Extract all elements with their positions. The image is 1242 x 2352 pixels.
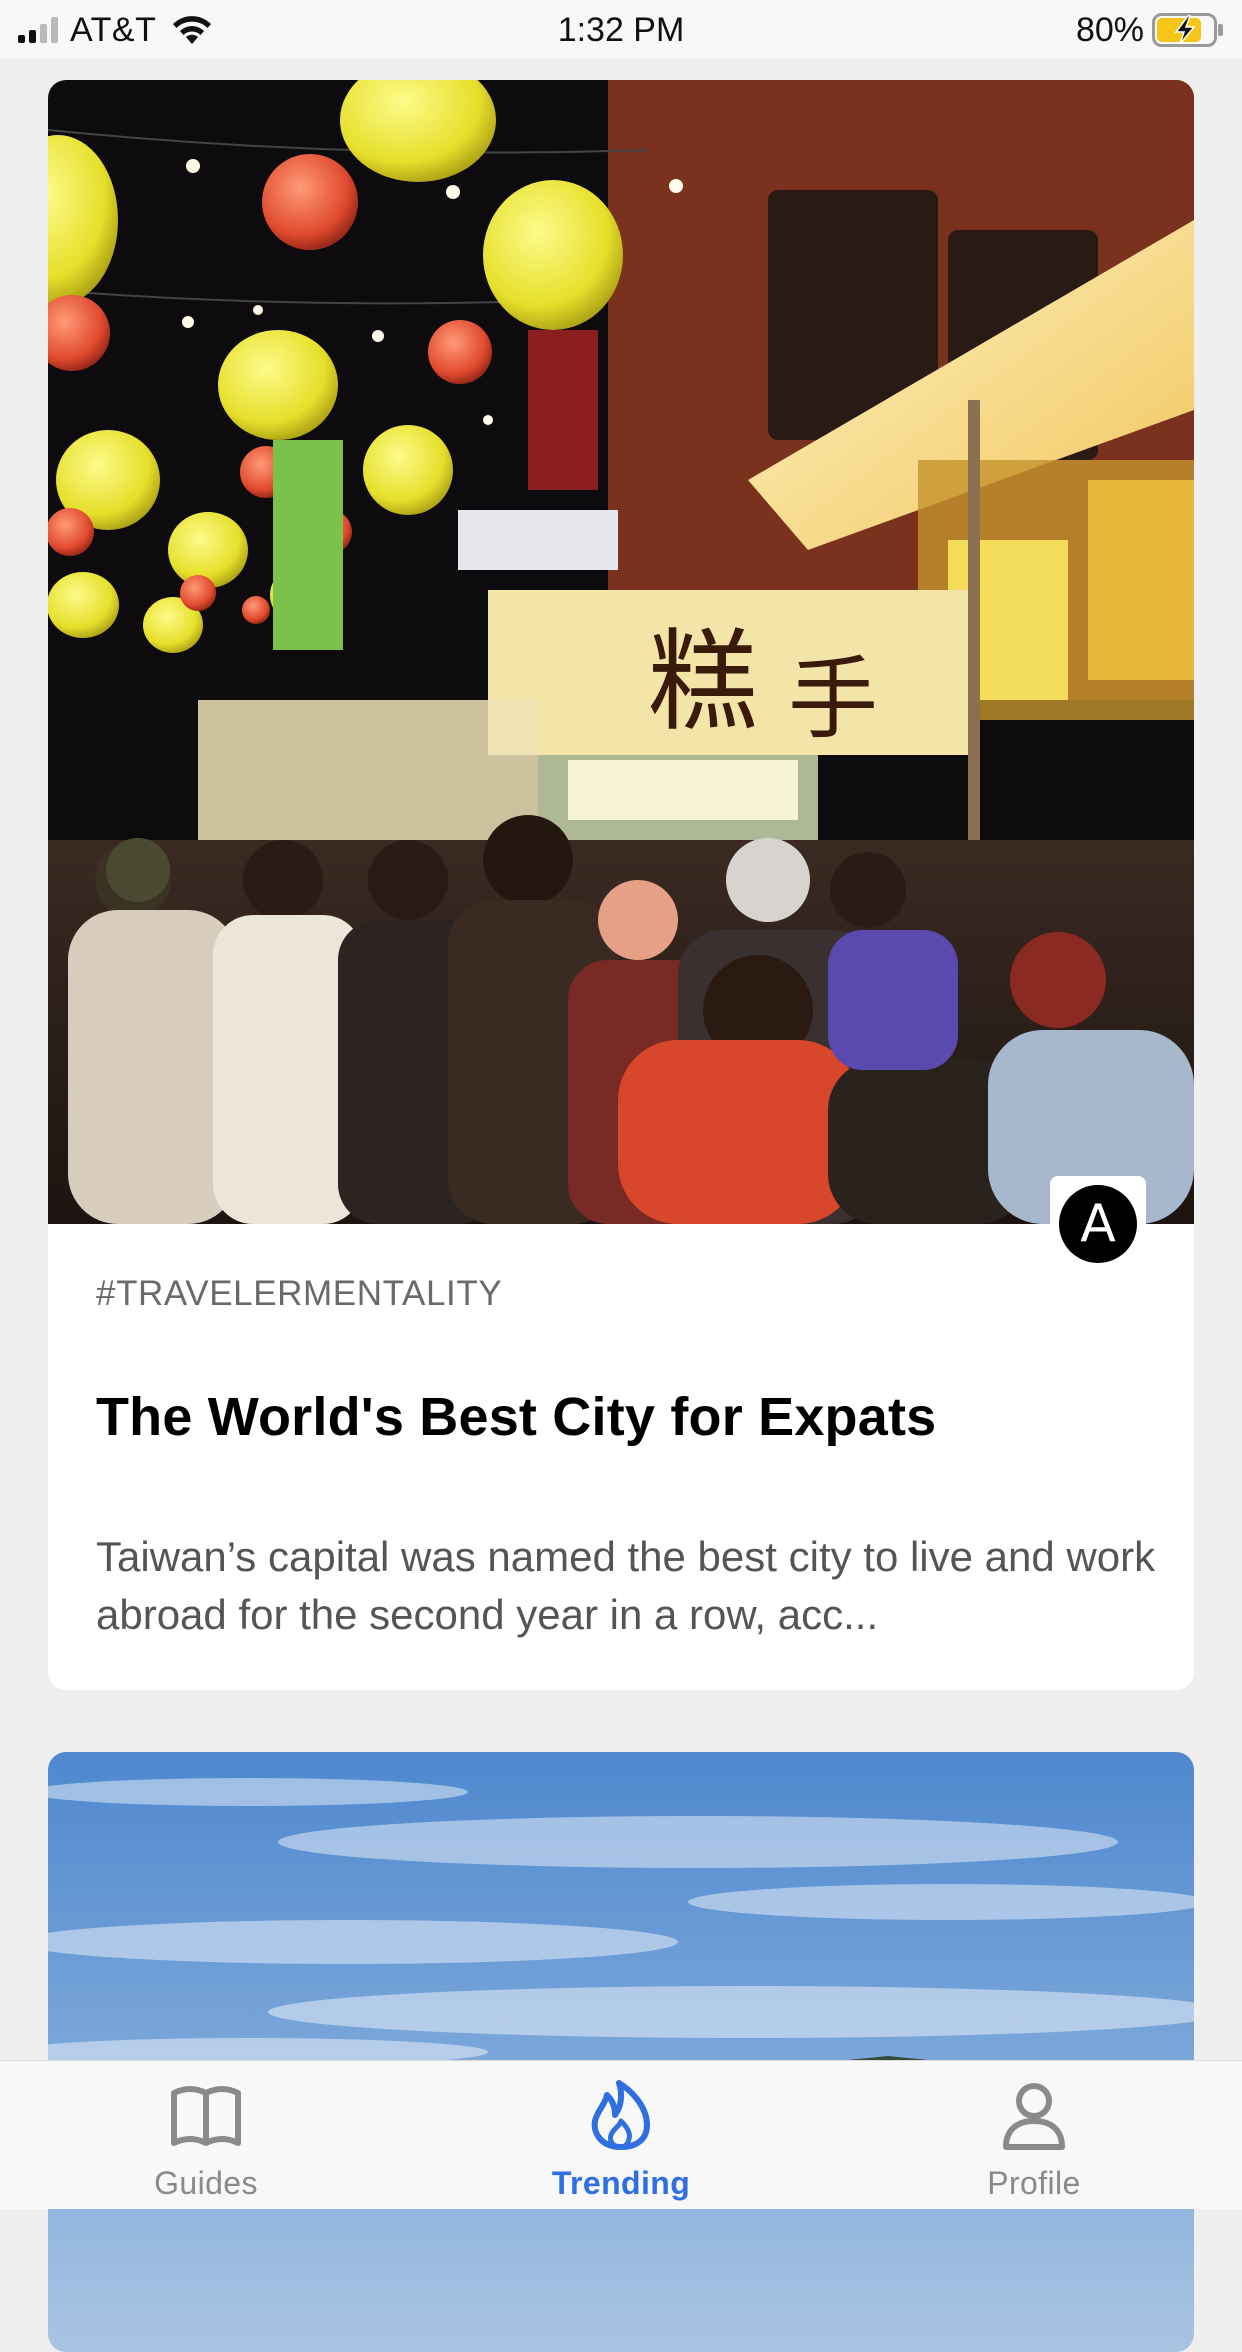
status-bar: AT&T 1:32 PM 80% [0, 0, 1242, 58]
book-icon [171, 2086, 241, 2146]
tab-guides[interactable]: Guides [56, 2061, 356, 2209]
svg-text:手: 手 [788, 647, 878, 752]
tab-label: Guides [154, 2165, 258, 2201]
status-right: 80% [1076, 8, 1224, 52]
tab-profile[interactable]: Profile [884, 2061, 1184, 2209]
night-market-photo: 糕 手 [48, 80, 1194, 1224]
article-image[interactable] [48, 1752, 1194, 2352]
publisher-logo-icon: A [1059, 1185, 1137, 1263]
tab-label: Trending [551, 2165, 691, 2201]
publisher-badge[interactable]: A [1050, 1176, 1146, 1272]
article-tag: #TRAVELERMENTALITY [96, 1274, 503, 1313]
battery-charging-icon [1152, 13, 1223, 47]
battery-percentage: 80% [1075, 10, 1144, 49]
article-card[interactable]: 糕 手 A #TRAVELERMENTALITY The World's Bes… [48, 80, 1194, 1690]
clock: 1:32 PM [557, 11, 685, 49]
svg-text:糕: 糕 [648, 618, 758, 746]
flame-icon [591, 2080, 650, 2150]
tab-trending[interactable]: Trending [471, 2061, 771, 2209]
person-icon [1003, 2083, 1065, 2150]
article-excerpt: Taiwan’s capital was named the best city… [96, 1533, 1156, 1638]
tab-bar: Guides Trending Profile [0, 2060, 1242, 2209]
article-title[interactable]: The World's Best City for Expats [96, 1386, 1156, 1448]
article-card[interactable] [48, 1752, 1194, 2352]
article-image[interactable]: 糕 手 [48, 80, 1194, 1224]
tab-label: Profile [987, 2165, 1081, 2201]
